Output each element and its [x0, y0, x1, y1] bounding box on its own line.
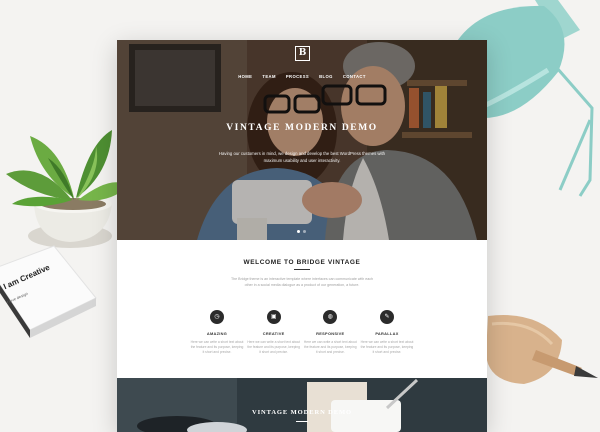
nav-team[interactable]: TEAM	[262, 74, 275, 79]
feature-title: AMAZING	[206, 331, 228, 336]
slider-dots	[297, 230, 306, 233]
hero-title: VINTAGE MODERN DEMO	[226, 123, 378, 133]
slider-dot-active[interactable]	[297, 230, 300, 233]
feature-amazing: ◷ AMAZING Here we can write a short text…	[190, 310, 244, 355]
feature-title: PARALLAX	[375, 331, 399, 336]
nav-home[interactable]: HOME	[238, 74, 252, 79]
nav-process[interactable]: PROCESS	[286, 74, 309, 79]
hero-overlay	[117, 40, 487, 240]
feature-responsive: ◍ RESPONSIVE Here we can write a short t…	[303, 310, 357, 355]
website-mockup: B HOME TEAM PROCESS BLOG CONTACT VINTAGE…	[117, 40, 487, 432]
parallax-photo	[117, 378, 487, 432]
pin-icon: ✎	[379, 310, 394, 324]
clock-icon: ◷	[210, 310, 224, 324]
nav-contact[interactable]: CONTACT	[343, 74, 366, 79]
hero-text: Having our customers in mind, we design …	[218, 151, 386, 163]
main-nav: HOME TEAM PROCESS BLOG CONTACT	[117, 74, 487, 79]
feature-text: Here we can write a short text about the…	[190, 340, 244, 354]
feature-title: CREATIVE	[262, 331, 285, 336]
feature-text: Here we can write a short text about the…	[303, 340, 357, 354]
welcome-title: WELCOME TO BRIDGE VINTAGE	[243, 259, 361, 266]
feature-text: Here we can write a short text about the…	[360, 340, 414, 354]
slider-dot[interactable]	[303, 230, 306, 233]
feature-parallax: ✎ PARALLAX Here we can write a short tex…	[360, 310, 414, 355]
nav-blog[interactable]: BLOG	[319, 74, 333, 79]
features-row: ◷ AMAZING Here we can write a short text…	[190, 310, 414, 355]
parallax-title: VINTAGE MODERN DEMO	[251, 409, 353, 416]
feature-text: Here we can write a short text about the…	[247, 340, 301, 354]
chat-icon: ◍	[323, 310, 338, 324]
welcome-text: The Bridge theme is an interactive templ…	[230, 277, 374, 287]
pencil-sharpener-image	[486, 315, 598, 384]
camera-icon: ▣	[266, 310, 281, 324]
site-logo[interactable]: B	[295, 46, 310, 61]
feature-title: RESPONSIVE	[316, 331, 345, 336]
potted-plant-image	[6, 130, 128, 248]
parallax-section	[117, 378, 487, 432]
feature-creative: ▣ CREATIVE Here we can write a short tex…	[247, 310, 301, 355]
welcome-divider	[294, 269, 310, 270]
hero-section: B HOME TEAM PROCESS BLOG CONTACT VINTAGE…	[117, 40, 487, 240]
parallax-divider	[296, 421, 308, 422]
